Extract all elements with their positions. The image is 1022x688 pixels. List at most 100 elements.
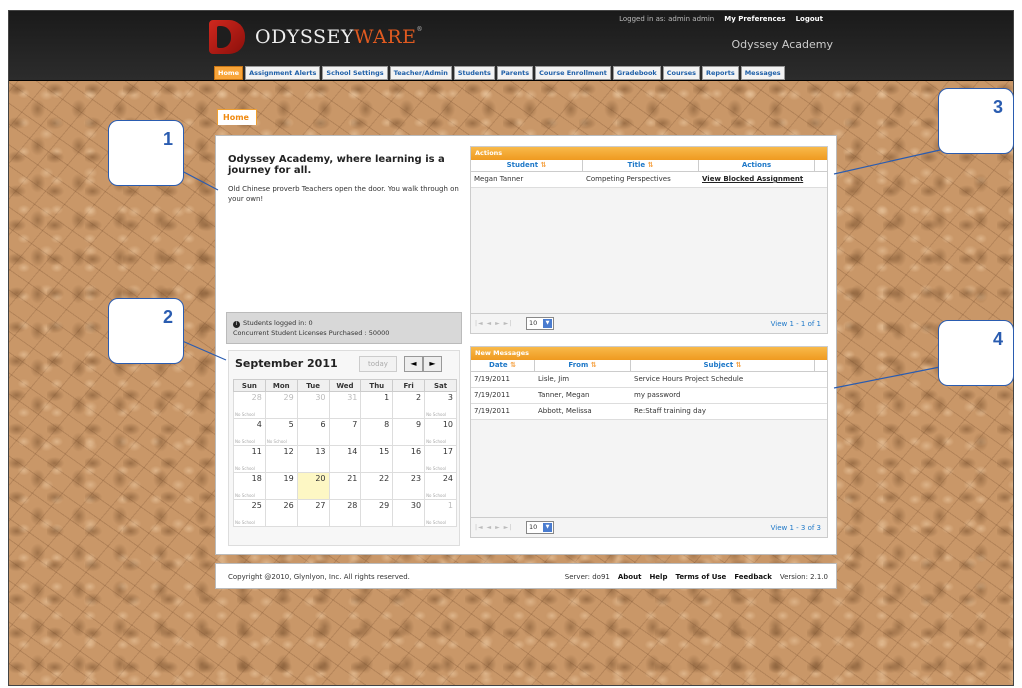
- calendar-day[interactable]: 27: [296, 499, 330, 527]
- cell-from: Lisle, Jim: [538, 375, 570, 383]
- calendar-grid: Sun Mon Tue Wed Thu Fri Sat 28 No School …: [233, 379, 457, 527]
- calendar-day[interactable]: 7: [328, 418, 362, 446]
- table-row[interactable]: 7/19/2011 Lisle, Jim Service Hours Proje…: [471, 372, 827, 388]
- calendar-next-button[interactable]: ►: [423, 356, 442, 372]
- calendar-day[interactable]: 1: [360, 391, 394, 419]
- tab-teacher-admin[interactable]: Teacher/Admin: [389, 66, 452, 80]
- col-student[interactable]: Student ⇅: [471, 160, 583, 171]
- logo[interactable]: ODYSSEYWARE®: [209, 19, 423, 55]
- calendar-day[interactable]: 31: [328, 391, 362, 419]
- calendar-day[interactable]: 3 No School: [424, 391, 457, 419]
- calendar-day[interactable]: 16: [392, 445, 426, 473]
- copyright: Copyright @2010, Glynlyon, Inc. All righ…: [228, 573, 410, 581]
- weekday-header: Mon: [264, 379, 298, 392]
- calendar-day[interactable]: 1 No School: [424, 499, 457, 527]
- pager-arrows-icon[interactable]: |◄ ◄ ► ►|: [475, 320, 512, 327]
- calendar-day[interactable]: 4 No School: [233, 418, 266, 446]
- calendar-day[interactable]: 8: [360, 418, 394, 446]
- page-tab-home[interactable]: Home: [217, 109, 257, 125]
- tab-gradebook[interactable]: Gradebook: [612, 66, 661, 80]
- calendar-day[interactable]: 28 No School: [233, 391, 266, 419]
- callout-1: 1: [108, 120, 184, 186]
- messages-table-header: Date ⇅ From ⇅ Subject ⇅: [471, 360, 827, 372]
- calendar-day[interactable]: 23: [392, 472, 426, 500]
- calendar-day[interactable]: 28: [328, 499, 362, 527]
- school-name: Odyssey Academy: [731, 38, 833, 51]
- tab-reports[interactable]: Reports: [701, 66, 739, 80]
- tab-parents[interactable]: Parents: [496, 66, 534, 80]
- actions-panel-title: Actions: [471, 147, 827, 160]
- calendar-today-button[interactable]: today: [359, 356, 397, 372]
- weekday-header: Sat: [424, 379, 457, 392]
- calendar-day[interactable]: 15: [360, 445, 394, 473]
- page-size-select[interactable]: 10 ▼: [526, 521, 554, 534]
- logout-link[interactable]: Logout: [796, 15, 823, 23]
- table-row[interactable]: Megan Tanner Competing Perspectives View…: [471, 172, 827, 188]
- calendar-day[interactable]: 22: [360, 472, 394, 500]
- sort-icon: ⇅: [590, 361, 597, 369]
- calendar-prev-button[interactable]: ◄: [404, 356, 423, 372]
- col-title[interactable]: Title ⇅: [583, 160, 699, 171]
- col-subject[interactable]: Subject ⇅: [631, 360, 815, 371]
- day-note: No School: [235, 493, 255, 498]
- calendar-day[interactable]: 19: [264, 472, 298, 500]
- weekday-header: Sun: [233, 379, 266, 392]
- calendar-day[interactable]: 10 No School: [424, 418, 457, 446]
- calendar-day[interactable]: 30: [392, 499, 426, 527]
- calendar-day[interactable]: 9: [392, 418, 426, 446]
- licenses-purchased: Concurrent Student Licenses Purchased : …: [233, 329, 390, 337]
- my-preferences-link[interactable]: My Preferences: [724, 15, 785, 23]
- calendar-day[interactable]: 2: [392, 391, 426, 419]
- table-row[interactable]: 7/19/2011 Tanner, Megan my password: [471, 388, 827, 404]
- tab-messages[interactable]: Messages: [740, 66, 785, 80]
- day-note: No School: [426, 412, 447, 417]
- cell-from: Tanner, Megan: [538, 391, 590, 399]
- help-link[interactable]: Help: [649, 573, 667, 581]
- day-note: No School: [235, 412, 255, 417]
- calendar-day[interactable]: 18 No School: [233, 472, 266, 500]
- view-blocked-assignment-link[interactable]: View Blocked Assignment: [699, 172, 819, 187]
- pager-arrows-icon[interactable]: |◄ ◄ ► ►|: [475, 524, 512, 531]
- day-note: No School: [426, 466, 447, 471]
- day-note: No School: [426, 439, 447, 444]
- about-link[interactable]: About: [618, 573, 642, 581]
- calendar-day[interactable]: 29: [264, 391, 298, 419]
- day-note: No School: [426, 520, 447, 525]
- pager-view-count: View 1 - 3 of 3: [770, 524, 821, 532]
- calendar-day[interactable]: 26: [264, 499, 298, 527]
- weekday-header: Thu: [360, 379, 394, 392]
- tab-course-enrollment[interactable]: Course Enrollment: [535, 66, 611, 80]
- calendar-day[interactable]: 13: [296, 445, 330, 473]
- cell-subject: my password: [634, 391, 681, 399]
- calendar-day[interactable]: 24 No School: [424, 472, 457, 500]
- chevron-down-icon: ▼: [543, 319, 552, 328]
- calendar-day-today[interactable]: 20: [296, 472, 330, 500]
- calendar-day[interactable]: 11 No School: [233, 445, 266, 473]
- calendar-day[interactable]: 29: [360, 499, 394, 527]
- sort-icon: ⇅: [540, 161, 547, 169]
- calendar-day[interactable]: 25 No School: [233, 499, 266, 527]
- col-date[interactable]: Date ⇅: [471, 360, 535, 371]
- calendar-day[interactable]: 6: [296, 418, 330, 446]
- calendar-day[interactable]: 5 No School: [264, 418, 298, 446]
- tab-students[interactable]: Students: [453, 66, 495, 80]
- calendar-day[interactable]: 17 No School: [424, 445, 457, 473]
- tab-home[interactable]: Home: [214, 66, 244, 80]
- weekday-header: Fri: [392, 379, 426, 392]
- info-icon: i: [233, 321, 240, 328]
- calendar-day[interactable]: 14: [328, 445, 362, 473]
- feedback-link[interactable]: Feedback: [734, 573, 772, 581]
- main-nav-tabs: Home Assignment Alerts School Settings T…: [214, 66, 785, 80]
- calendar-day[interactable]: 30: [296, 391, 330, 419]
- page-size-select[interactable]: 10 ▼: [526, 317, 554, 330]
- tab-school-settings[interactable]: School Settings: [322, 66, 388, 80]
- footer: Copyright @2010, Glynlyon, Inc. All righ…: [215, 563, 837, 589]
- table-row[interactable]: 7/19/2011 Abbott, Melissa Re:Staff train…: [471, 404, 827, 420]
- tab-assignment-alerts[interactable]: Assignment Alerts: [245, 66, 321, 80]
- col-from[interactable]: From ⇅: [535, 360, 631, 371]
- terms-link[interactable]: Terms of Use: [675, 573, 726, 581]
- calendar-day[interactable]: 12: [264, 445, 298, 473]
- weekday-header: Wed: [328, 379, 362, 392]
- tab-courses[interactable]: Courses: [662, 66, 700, 80]
- calendar-day[interactable]: 21: [328, 472, 362, 500]
